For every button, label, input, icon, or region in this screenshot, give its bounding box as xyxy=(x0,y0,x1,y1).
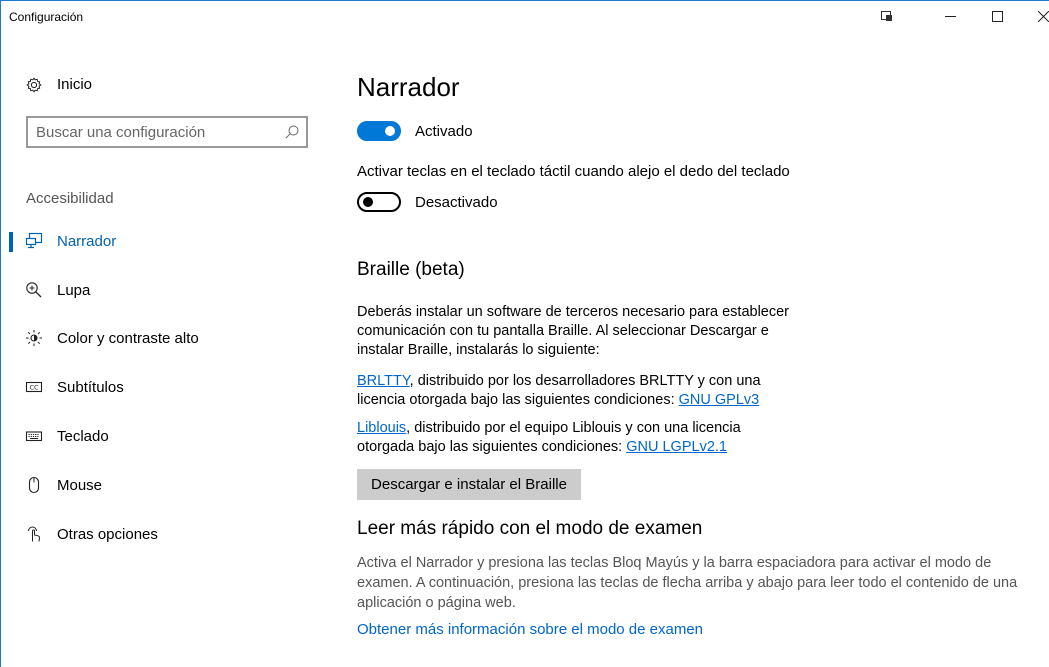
narrator-icon xyxy=(25,232,43,250)
keyboard-icon xyxy=(25,427,43,445)
brltty-link[interactable]: BRLTTY xyxy=(357,373,410,389)
magnifier-icon xyxy=(25,281,43,299)
braille-intro: Deberás instalar un software de terceros… xyxy=(357,303,789,360)
close-icon xyxy=(1037,11,1049,22)
toggle-knob xyxy=(363,197,373,207)
sidebar-item-high-contrast[interactable]: Color y contraste alto xyxy=(1,320,331,356)
sidebar-item-keyboard[interactable]: Teclado xyxy=(1,418,331,454)
sidebar-item-narrator[interactable]: Narrador xyxy=(1,223,331,259)
close-button[interactable] xyxy=(1020,1,1049,32)
minimize-button[interactable] xyxy=(927,1,973,32)
liblouis-info: Liblouis, distribuido por el equipo Libl… xyxy=(357,419,741,457)
sidebar-item-label: Otras opciones xyxy=(57,525,158,543)
window-title: Configuración xyxy=(9,10,84,24)
sidebar-item-magnifier[interactable]: Lupa xyxy=(1,272,331,308)
compact-overlay-icon xyxy=(881,11,892,21)
scan-mode-description: Activa el Narrador y presiona las teclas… xyxy=(357,555,1018,611)
sidebar-item-mouse[interactable]: Mouse xyxy=(1,467,331,503)
touch-keyboard-toggle-row: Desactivado xyxy=(357,192,498,212)
mouse-icon xyxy=(25,476,43,494)
maximize-icon xyxy=(991,11,1003,22)
narrator-toggle-label: Activado xyxy=(415,122,473,140)
gear-icon xyxy=(26,76,42,93)
sidebar-item-label: Subtítulos xyxy=(57,378,124,396)
closed-captions-icon: CC xyxy=(25,378,43,396)
page-title: Narrador xyxy=(357,72,460,102)
liblouis-text: otorgada bajo las siguientes condiciones… xyxy=(357,439,627,455)
minimize-icon xyxy=(944,16,956,17)
touch-icon xyxy=(25,525,43,543)
active-indicator xyxy=(9,232,13,252)
search-icon[interactable] xyxy=(285,125,299,139)
liblouis-text: , distribuido por el equipo Liblouis y c… xyxy=(406,420,741,436)
sidebar-home[interactable]: Inicio xyxy=(26,76,92,93)
svg-text:CC: CC xyxy=(29,384,39,392)
sidebar-home-label: Inicio xyxy=(57,76,93,93)
sidebar-item-label: Narrador xyxy=(57,232,117,250)
toggle-knob xyxy=(385,126,395,136)
scan-mode-heading: Leer más rápido con el modo de examen xyxy=(357,518,703,539)
liblouis-link[interactable]: Liblouis xyxy=(357,420,406,436)
compact-overlay-button[interactable] xyxy=(864,1,910,32)
search-input[interactable] xyxy=(36,123,276,141)
braille-intro-line: comunicación con tu pantalla Braille. Al… xyxy=(357,323,769,339)
title-bar: Configuración xyxy=(1,1,1049,32)
sidebar-item-label: Teclado xyxy=(57,427,109,445)
narrator-toggle-row: Activado xyxy=(357,121,473,141)
scan-mode-learn-more-link[interactable]: Obtener más información sobre el modo de… xyxy=(357,621,703,638)
touch-keyboard-toggle[interactable] xyxy=(357,192,401,212)
search-box[interactable] xyxy=(26,116,308,148)
section-label-accessibility: Accesibilidad xyxy=(26,190,114,207)
braille-heading: Braille (beta) xyxy=(357,259,465,280)
sidebar-item-label: Color y contraste alto xyxy=(57,329,199,347)
narrator-toggle[interactable] xyxy=(357,121,401,141)
lgpl-license-link[interactable]: GNU LGPLv2.1 xyxy=(626,439,727,455)
settings-window: Configuración Inicio Buscar una configur… xyxy=(0,0,1049,667)
maximize-button[interactable] xyxy=(974,1,1020,32)
brltty-text: licencia otorgada bajo las siguientes co… xyxy=(357,392,679,408)
sidebar-item-subtitles[interactable]: CC Subtítulos xyxy=(1,369,331,405)
sidebar-item-label: Lupa xyxy=(57,281,91,299)
touch-keyboard-toggle-label: Desactivado xyxy=(415,193,498,211)
brightness-icon xyxy=(25,329,43,347)
brltty-text: , distribuido por los desarrolladores BR… xyxy=(409,373,761,389)
braille-intro-line: Deberás instalar un software de terceros… xyxy=(357,304,790,320)
sidebar: Inicio Accesibilidad Narrador xyxy=(1,32,331,667)
touch-keyboard-description: Activar teclas en el teclado táctil cuan… xyxy=(357,163,790,180)
gpl-license-link[interactable]: GNU GPLv3 xyxy=(679,392,760,408)
sidebar-item-other-options[interactable]: Otras opciones xyxy=(1,516,331,552)
brltty-info: BRLTTY, distribuido por los desarrollado… xyxy=(357,372,761,410)
braille-intro-line: instalar Braille, instalarás lo siguient… xyxy=(357,342,600,358)
install-braille-button[interactable]: Descargar e instalar el Braille xyxy=(357,469,581,500)
sidebar-item-label: Mouse xyxy=(57,476,103,494)
